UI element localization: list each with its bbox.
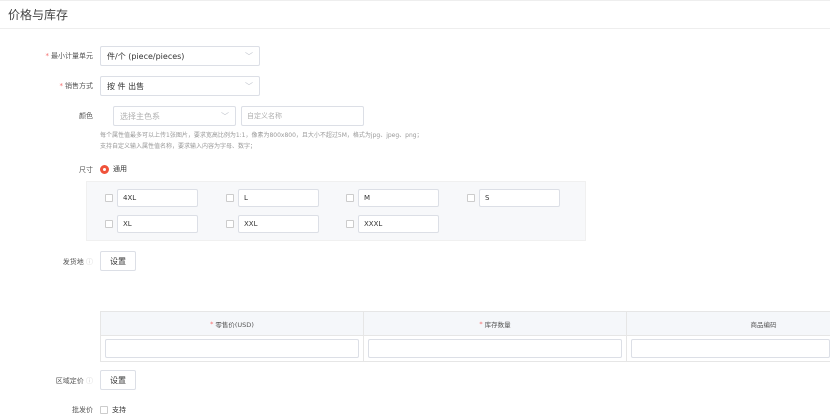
size-value: S <box>485 194 490 202</box>
min-unit-select[interactable]: 件/个 (piece/pieces) ﹀ <box>100 46 260 66</box>
retail-price-input[interactable] <box>105 339 359 358</box>
wholesale-label: 批发价 <box>72 406 93 414</box>
table-row <box>101 336 830 361</box>
sale-mode-label: * 销售方式 <box>59 82 94 90</box>
size-name-input[interactable]: XXXL <box>358 215 439 233</box>
chevron-down-icon: ﹀ <box>245 51 253 61</box>
price-stock-table: * 零售价(USD) * 库存数量 商品编码 <box>100 311 830 362</box>
radio-checked-icon <box>100 164 109 174</box>
size-value: XXXL <box>364 220 383 228</box>
size-value: M <box>364 194 371 202</box>
size-radio-universal[interactable]: 通用 <box>100 164 127 174</box>
size-checkbox[interactable] <box>346 194 354 202</box>
region-price-label: 区域定价 ⓘ <box>55 377 93 385</box>
size-name-input[interactable]: M <box>358 189 439 207</box>
size-name-input[interactable]: L <box>238 189 319 207</box>
size-checkbox[interactable] <box>226 220 234 228</box>
chevron-down-icon: ﹀ <box>245 81 253 91</box>
divider <box>0 28 830 29</box>
chevron-down-icon: ﹀ <box>221 111 229 121</box>
sale-mode-select[interactable]: 按 件 出售 ﹀ <box>100 76 260 96</box>
ship-from-set-button[interactable]: 设置 <box>100 251 136 271</box>
size-label: 尺寸 <box>79 166 93 174</box>
size-name-input[interactable]: 4XL <box>117 189 198 207</box>
size-checkbox[interactable] <box>105 220 113 228</box>
ship-from-label: 发货地 ⓘ <box>62 258 93 266</box>
size-checkbox[interactable] <box>105 194 113 202</box>
size-value: 4XL <box>123 194 137 202</box>
size-name-input[interactable]: XXL <box>238 215 319 233</box>
column-header-sku-code: 商品编码 <box>750 320 777 329</box>
sku-code-input[interactable] <box>631 339 830 358</box>
column-header-retail-price: * 零售价(USD) <box>101 312 364 335</box>
color-hint-2: 支持自定义输入属性值名称，要求输入内容为字母、数字； <box>100 143 257 150</box>
min-unit-label: * 最小计量单元 <box>45 52 94 60</box>
size-value: XXL <box>244 220 258 228</box>
top-border <box>0 0 830 1</box>
size-checkbox[interactable] <box>346 220 354 228</box>
custom-color-name-input[interactable]: 自定义名称 <box>241 106 364 126</box>
color-family-select[interactable]: 选择主色系 ﹀ <box>113 106 236 126</box>
wholesale-support-checkbox[interactable]: 支持 <box>100 405 126 415</box>
size-checkbox[interactable] <box>467 194 475 202</box>
column-header-stock: * 库存数量 <box>364 312 627 335</box>
checkbox-icon <box>100 406 108 414</box>
color-label: 颜色 <box>79 112 93 120</box>
size-checkbox[interactable] <box>226 194 234 202</box>
section-title: 价格与库存 <box>8 8 69 22</box>
help-icon[interactable]: ⓘ <box>86 377 93 385</box>
color-hint-1: 每个属性值最多可以上传1张图片，要求宽高比例为1:1，像素为800x800，且大… <box>100 132 423 139</box>
size-name-input[interactable]: S <box>479 189 560 207</box>
size-value: L <box>244 194 248 202</box>
stock-input[interactable] <box>368 339 622 358</box>
help-icon[interactable]: ⓘ <box>86 258 93 266</box>
size-name-input[interactable]: XL <box>117 215 198 233</box>
size-value: XL <box>123 220 132 228</box>
region-price-set-button[interactable]: 设置 <box>100 370 136 390</box>
